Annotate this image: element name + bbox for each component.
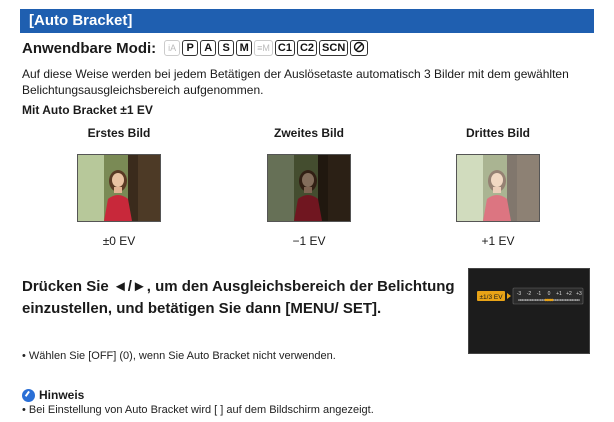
- ev-scale-dot: [524, 299, 527, 301]
- mode-icons: iA P A S M ≡M C1 C2 SCN: [164, 40, 369, 56]
- ev-scale-dot: [563, 299, 565, 301]
- ev-scale-dot: [569, 299, 572, 301]
- column-second-image: Zweites Bild −1 EV: [239, 126, 379, 248]
- ev-scale-dot: [521, 299, 524, 301]
- ev-scale-dot: [526, 299, 529, 301]
- ev-scale-dot: [533, 299, 535, 301]
- creative-control-icon: [350, 40, 369, 56]
- hint-text-content: • Bei Einstellung von Auto Bracket wird …: [22, 404, 374, 416]
- ev-scale-dot: [519, 299, 522, 301]
- ev-scale-label: -2: [527, 291, 532, 297]
- mode-c1-icon: C1: [274, 40, 295, 56]
- ev-scale-label: 0: [548, 291, 551, 297]
- column-ev-value: ±0 EV: [102, 234, 136, 248]
- sample-photo-icon: [77, 154, 161, 222]
- mode-m-icon: M: [236, 40, 253, 56]
- ev-scale-dot: [528, 299, 530, 301]
- intro-text: Auf diese Weise werden bei jedem Betätig…: [22, 67, 569, 97]
- ev-scale-dot: [553, 299, 555, 301]
- column-title: Drittes Bild: [465, 126, 530, 140]
- column-title: Zweites Bild: [273, 126, 344, 140]
- note-text: • Wählen Sie [OFF] (0), wenn Sie Auto Br…: [22, 350, 336, 362]
- ev-scale-dot: [538, 299, 540, 301]
- applicable-modes: Anwendbare Modi: iA P A S M ≡M C1 C2 SCN: [22, 38, 369, 58]
- ev-scale-dot: [554, 299, 557, 301]
- intelligent-auto-icon: iA: [164, 40, 181, 56]
- column-third-image: Drittes Bild +1 EV: [428, 126, 568, 248]
- ev-scale-dot: [566, 299, 569, 301]
- sample-photo-icon: [456, 154, 540, 222]
- mode-scn-icon: SCN: [319, 40, 349, 56]
- mode-c2-icon: C2: [296, 40, 318, 56]
- ev-scale-label: +3: [576, 291, 582, 297]
- ev-scale-dot: [539, 299, 542, 301]
- ev-scale-dot: [541, 299, 544, 301]
- ev-scale-dot: [559, 299, 562, 301]
- ev-scale-dot: [561, 299, 564, 301]
- ev-scale-dot: [518, 299, 520, 301]
- ev-scale-dot: [576, 299, 579, 301]
- ev-scale-dot: [573, 299, 575, 301]
- subheading: Mit Auto Bracket ±1 EV: [22, 103, 153, 117]
- ev-badge-text: ±1/3 EV: [479, 294, 503, 301]
- ev-scale-dot: [556, 299, 559, 301]
- ev-scale-dot: [558, 299, 560, 301]
- ev-scale-dot: [534, 299, 537, 301]
- camera-screen-preview: ±1/3 EV -3 -2 -1 0 +1 +2 +3: [468, 268, 590, 354]
- hint-heading: Hinweis: [22, 388, 84, 402]
- ev-scale-dot: [578, 299, 580, 301]
- ev-scale-dot: [536, 299, 539, 301]
- creative-video-icon: ≡M: [254, 40, 273, 56]
- ev-scale-label: +2: [566, 291, 572, 297]
- ev-scale-label: -1: [537, 291, 542, 297]
- ev-scale-dot: [564, 299, 567, 301]
- mode-p-icon: P: [182, 40, 199, 56]
- ev-scale-dot: [571, 299, 574, 301]
- ev-scale-dot: [523, 299, 525, 301]
- ev-scale-dot: [531, 299, 534, 301]
- column-ev-value: −1 EV: [292, 234, 326, 248]
- modes-label: Anwendbare Modi:: [22, 39, 157, 57]
- sample-photo-icon: [267, 154, 351, 222]
- mode-a-icon: A: [200, 40, 217, 56]
- arrow-right-icon: [507, 293, 511, 299]
- ev-scale-label: -3: [517, 291, 522, 297]
- ev-scale-label: +1: [556, 291, 562, 297]
- section-title: [Auto Bracket]: [20, 9, 594, 33]
- column-first-image: Erstes Bild ±0 EV: [49, 126, 189, 248]
- ev-scale-dot: [568, 299, 570, 301]
- hint-pencil-icon: [22, 388, 35, 402]
- column-ev-value: +1 EV: [481, 234, 515, 248]
- mode-s-icon: S: [218, 40, 235, 56]
- ev-scale-dot: [574, 299, 577, 301]
- hint-label: Hinweis: [39, 388, 85, 402]
- manual-page: [Auto Bracket] Anwendbare Modi: iA P A S M ≡M…: [0, 0, 614, 422]
- ev-scale-dot: [529, 299, 532, 301]
- ev-scale-dot: [551, 298, 554, 302]
- instruction-text: Drücken Sie ◄/►, um den Ausgleichsbereic…: [22, 278, 455, 317]
- hint-text: • Bei Einstellung von Auto Bracket wird …: [22, 404, 374, 416]
- column-title: Erstes Bild: [87, 126, 151, 140]
